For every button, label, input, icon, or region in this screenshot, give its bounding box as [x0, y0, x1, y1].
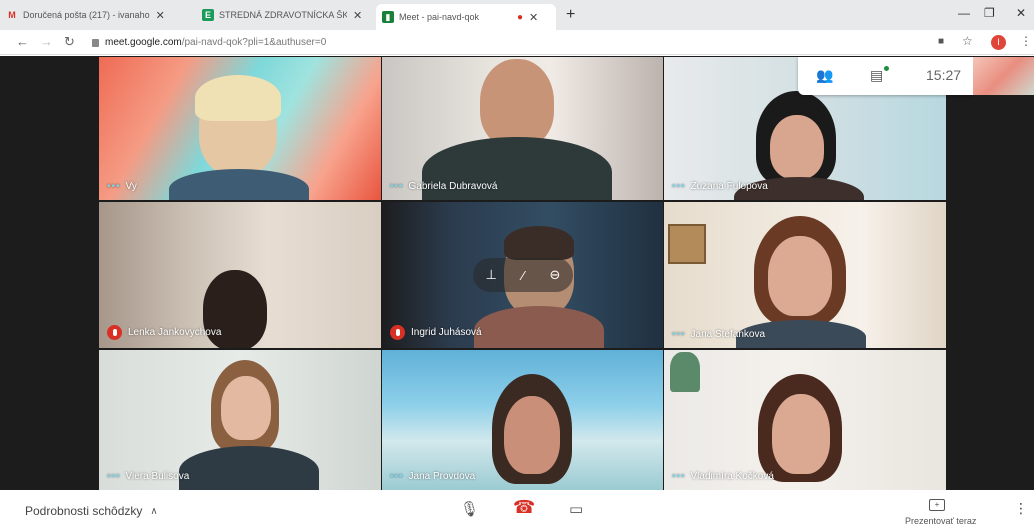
more-options-icon[interactable]: ⋮	[1014, 500, 1028, 517]
participant-name: ••• Jana Provdova	[390, 471, 476, 482]
microphone-icon[interactable]: 🎙	[460, 500, 479, 518]
close-tab-icon[interactable]: ✕	[529, 11, 538, 24]
camera-indicator-icon[interactable]: ■	[938, 36, 944, 47]
participant-tile[interactable]: Lenka Jankovychova	[99, 202, 381, 348]
meeting-details-label: Podrobnosti schôdzky	[25, 504, 143, 518]
url-host: meet.google.com	[105, 37, 182, 48]
meeting-info-widget: 👥 ▤ 15:27	[798, 57, 973, 95]
present-screen-icon[interactable]: +	[929, 499, 945, 511]
participant-name: ••• Gabriela Dubravová	[390, 181, 498, 192]
audio-level-icon: •••	[390, 181, 404, 192]
meeting-control-bar: Podrobnosti schôdzky ∧ 🎙 ☎ ▭ + Prezentov…	[0, 490, 1034, 531]
participant-name: ••• Vy	[107, 181, 137, 192]
reload-icon[interactable]: ↻	[64, 34, 75, 50]
tab-title: Doručená pošta (217) - ivanaho	[23, 10, 150, 20]
address-bar[interactable]: meet.google.com /pai-navd-qok?pli=1&auth…	[92, 34, 912, 51]
people-icon[interactable]: 👥	[816, 67, 833, 84]
self-view-thumbnail[interactable]	[973, 57, 1034, 95]
mute-participant-icon[interactable]: ⁄	[522, 268, 524, 283]
url-path: /pai-navd-qok?pli=1&authuser=0	[181, 37, 327, 48]
meeting-clock: 15:27	[926, 67, 962, 83]
present-now-label[interactable]: Prezentovať teraz	[905, 516, 976, 526]
meet-icon: ▮	[382, 11, 394, 23]
pin-icon[interactable]: ⊥	[486, 267, 497, 283]
tab-gmail[interactable]: M Doručená pošta (217) - ivanaho ✕	[0, 4, 190, 26]
audio-level-icon: •••	[107, 181, 121, 192]
remove-participant-icon[interactable]: ⊖	[549, 267, 560, 283]
participant-name: ••• Viera Bulisova	[107, 471, 190, 482]
mic-off-icon	[390, 325, 405, 340]
participant-tile[interactable]: ••• Vy	[99, 57, 381, 200]
chat-notification-dot	[884, 66, 889, 71]
wall-picture	[668, 224, 706, 264]
minimize-icon[interactable]: —	[958, 6, 970, 20]
audio-level-icon: •••	[672, 329, 686, 340]
close-window-icon[interactable]: ✕	[1016, 6, 1026, 20]
audio-level-icon: •••	[390, 471, 404, 482]
close-tab-icon[interactable]: ✕	[156, 9, 165, 22]
participant-name: ••• Vladimíra Kočková	[672, 471, 774, 482]
plant-decoration	[670, 352, 700, 392]
gmail-icon: M	[8, 10, 16, 20]
participant-tile[interactable]: ••• Gabriela Dubravová	[382, 57, 663, 200]
close-tab-icon[interactable]: ✕	[353, 9, 362, 22]
participant-name: ••• Jana Stefankova	[672, 329, 766, 340]
camera-icon[interactable]: ▭	[569, 500, 583, 518]
participant-tile[interactable]: ••• Vladimíra Kočková	[664, 350, 946, 490]
hang-up-icon[interactable]: ☎	[513, 497, 535, 518]
audio-level-icon: •••	[107, 471, 121, 482]
tab-title: STREDNÁ ZDRAVOTNÍCKA ŠKOL	[219, 10, 347, 20]
bookmark-star-icon[interactable]: ☆	[962, 34, 973, 48]
meeting-details-button[interactable]: Podrobnosti schôdzky ∧	[25, 504, 158, 518]
participant-tile[interactable]: ••• Jana Provdova	[382, 350, 663, 490]
recording-dot-icon: ●	[517, 11, 524, 23]
chat-icon[interactable]: ▤	[870, 67, 883, 84]
tab-title: Meet - pai-navd-qok	[399, 12, 480, 22]
restore-icon[interactable]: ❐	[984, 6, 995, 20]
profile-avatar[interactable]: I	[991, 35, 1006, 50]
browser-toolbar: ← → ↻ meet.google.com /pai-navd-qok?pli=…	[0, 30, 1034, 55]
chevron-up-icon: ∧	[150, 505, 158, 517]
mic-off-icon	[107, 325, 122, 340]
participant-name: Lenka Jankovychova	[107, 325, 221, 340]
lock-icon	[92, 38, 99, 47]
classroom-icon: E	[202, 9, 214, 21]
audio-level-icon: •••	[672, 471, 686, 482]
participant-name: Ingrid Juhásová	[390, 325, 482, 340]
tab-school[interactable]: E STREDNÁ ZDRAVOTNÍCKA ŠKOL ✕	[196, 4, 372, 26]
browser-tab-strip: M Doručená pošta (217) - ivanaho ✕ E STR…	[0, 0, 1034, 30]
tab-meet[interactable]: ▮ Meet - pai-navd-qok ● ✕	[376, 4, 556, 30]
back-icon[interactable]: ←	[16, 34, 29, 49]
tile-hover-controls: ⊥ ⁄ ⊖	[473, 258, 573, 292]
participant-name: ••• Zuzana Fulopova	[672, 181, 768, 192]
audio-level-icon: •••	[672, 181, 686, 192]
participant-tile[interactable]: ••• Viera Bulisova	[99, 350, 381, 490]
new-tab-button[interactable]: +	[566, 6, 575, 24]
menu-icon[interactable]: ⋮	[1020, 34, 1032, 48]
participant-tile[interactable]: ••• Jana Stefankova	[664, 202, 946, 348]
forward-icon[interactable]: →	[40, 34, 53, 49]
